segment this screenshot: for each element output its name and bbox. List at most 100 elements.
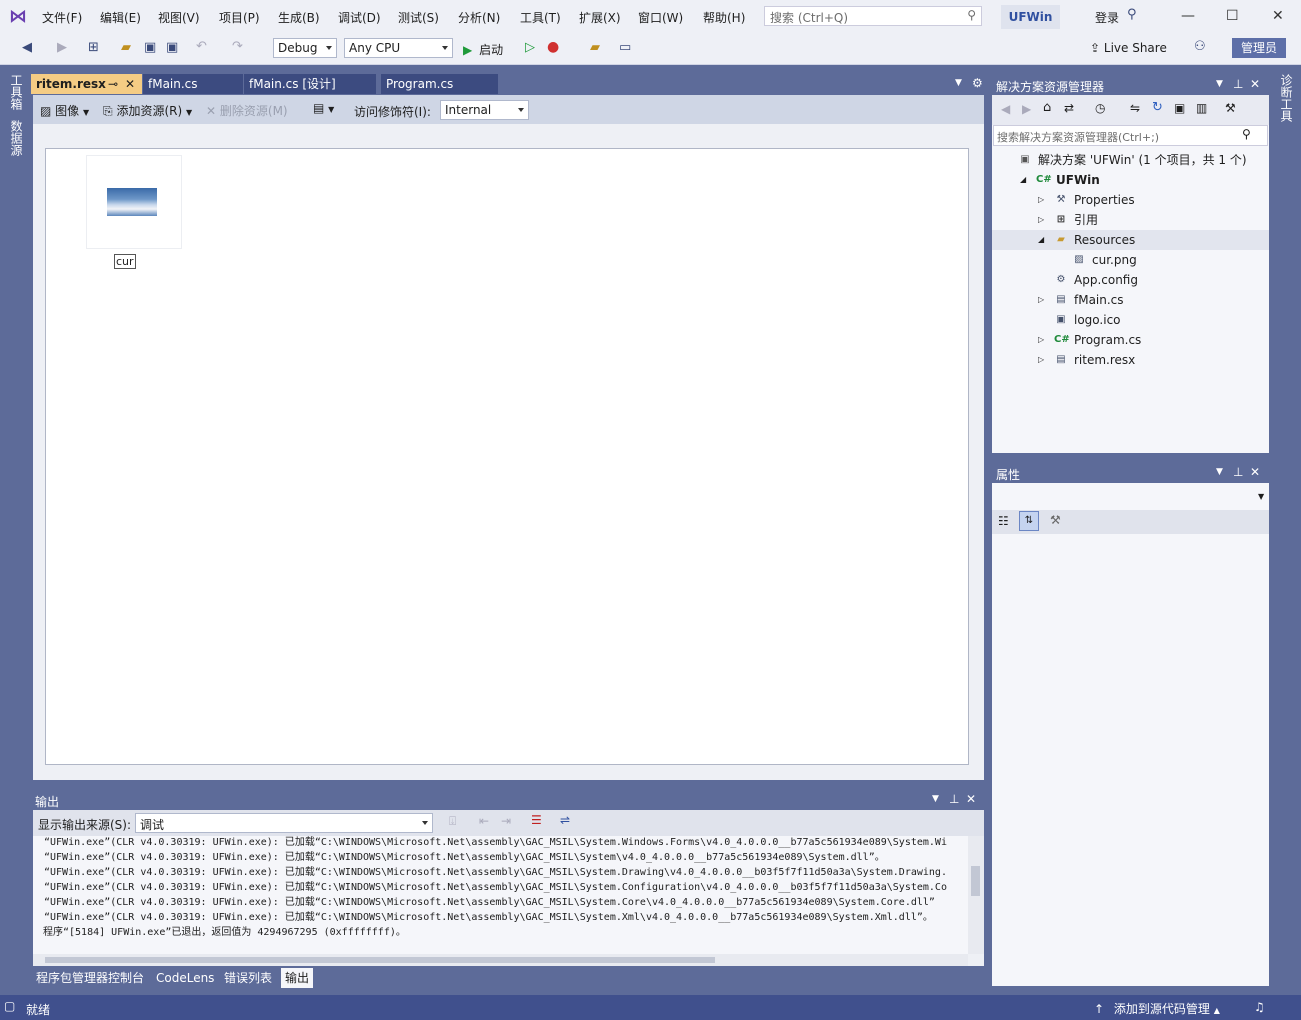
start-without-debug-icon[interactable]: ▷ — [525, 40, 535, 55]
tree-item[interactable]: ▷ ⚒ Properties — [992, 190, 1269, 210]
live-share-button[interactable]: ⇪ Live Share — [1090, 41, 1167, 55]
add-resource-button[interactable]: ⎘ 添加资源(R) ▼ — [103, 102, 192, 119]
tree-item[interactable]: ◢ C# UFWin — [992, 170, 1269, 190]
remove-resource-button[interactable]: ✕ 删除资源(M) — [206, 102, 288, 119]
configuration-select[interactable]: Debug — [273, 38, 337, 58]
close-icon[interactable]: ✕ — [1272, 8, 1284, 24]
object-selector[interactable]: ▼ — [992, 485, 1269, 507]
redo-icon[interactable]: ↷ — [232, 39, 243, 54]
panel-pin-icon[interactable]: ⊥ — [1233, 77, 1243, 91]
collapsed-triangle-icon[interactable]: ▷ — [1038, 350, 1044, 370]
tree-item[interactable]: ▷ ▤ ritem.resx — [992, 350, 1269, 370]
global-search-input[interactable]: 搜索 (Ctrl+Q) ⚲ — [764, 6, 982, 26]
collapsed-triangle-icon[interactable]: ▷ — [1038, 210, 1044, 230]
diagnostic-tools-tab[interactable]: 诊断工具 — [1278, 74, 1295, 122]
panel-pin-icon[interactable]: ⊥ — [1233, 465, 1243, 479]
panel-close-icon[interactable]: ✕ — [1250, 465, 1260, 479]
show-all-files-icon[interactable]: ▥ — [1196, 101, 1207, 115]
clear-all-icon[interactable]: ☰ — [531, 813, 542, 827]
output-source-select[interactable]: 调试 — [135, 813, 433, 833]
sync-icon[interactable]: ⇋ — [1130, 101, 1140, 115]
resource-type-dropdown[interactable]: ▨ 图像 ▼ — [40, 102, 89, 119]
hot-reload-icon[interactable]: ● — [547, 39, 559, 55]
menu-file[interactable]: 文件(F) — [42, 9, 82, 26]
menu-help[interactable]: 帮助(H) — [703, 9, 745, 26]
tab-fmain-designer[interactable]: fMain.cs [设计] — [244, 74, 376, 94]
tree-item[interactable]: ▷ C# Program.cs — [992, 330, 1269, 350]
scrollbar-thumb[interactable] — [971, 866, 980, 896]
maximize-icon[interactable]: ☐ — [1226, 8, 1239, 24]
minimize-icon[interactable]: — — [1181, 8, 1195, 24]
solution-search-input[interactable]: 搜索解决方案资源管理器(Ctrl+;) ⚲ — [993, 125, 1268, 146]
pin-icon[interactable]: ⊸ — [108, 74, 118, 94]
tree-item[interactable]: ▣ logo.ico — [992, 310, 1269, 330]
next-message-icon[interactable]: ⇥ — [501, 814, 511, 828]
menu-edit[interactable]: 编辑(E) — [100, 9, 141, 26]
save-icon[interactable]: ▣ — [144, 40, 156, 55]
collapsed-triangle-icon[interactable]: ▷ — [1038, 330, 1044, 350]
start-debug-button[interactable]: ▶ 启动 — [463, 41, 503, 58]
datasources-tab[interactable]: 数据源 — [8, 120, 25, 156]
toolbox-tab[interactable]: 工具箱 — [8, 74, 25, 110]
menu-analyze[interactable]: 分析(N) — [458, 9, 500, 26]
back-icon[interactable]: ◀ — [22, 40, 32, 55]
tab-settings-gear-icon[interactable]: ⚙ — [972, 76, 983, 90]
property-pages-wrench-icon[interactable]: ⚒ — [1050, 513, 1061, 527]
add-to-source-control-button[interactable]: ↑ 添加到源代码管理 ▲ — [1094, 1000, 1220, 1017]
layout-icon[interactable]: ▭ — [619, 40, 631, 55]
notification-bell-icon[interactable]: ♫ — [1254, 1000, 1265, 1014]
panel-close-icon[interactable]: ✕ — [966, 792, 976, 806]
tab-close-icon[interactable]: ✕ — [125, 74, 135, 94]
find-message-icon[interactable]: ⍗ — [449, 814, 456, 829]
categorized-icon[interactable]: ☷ — [998, 514, 1009, 528]
tab-output[interactable]: 输出 — [281, 968, 314, 988]
forward-icon[interactable]: ▶ — [1022, 102, 1031, 116]
resource-name-label[interactable]: cur — [114, 254, 136, 269]
output-text[interactable]: “UFWin.exe”(CLR v4.0.30319: UFWin.exe): … — [33, 836, 968, 954]
collapsed-triangle-icon[interactable]: ▷ — [1038, 290, 1044, 310]
panel-pin-icon[interactable]: ⊥ — [949, 792, 959, 806]
properties-wrench-icon[interactable]: ⚒ — [1225, 101, 1236, 115]
save-all-icon[interactable]: ▣ — [166, 40, 178, 55]
person-icon[interactable]: ⚇ — [1194, 39, 1206, 54]
prev-message-icon[interactable]: ⇤ — [479, 814, 489, 828]
new-project-icon[interactable]: ⊞ — [88, 40, 99, 55]
tab-error-list[interactable]: 错误列表 — [220, 968, 276, 988]
feedback-icon[interactable]: ⚲ — [1127, 7, 1137, 22]
panel-dropdown-icon[interactable]: ▼ — [932, 794, 939, 804]
tree-item[interactable]: ▨ cur.png — [992, 250, 1269, 270]
menu-debug[interactable]: 调试(D) — [338, 9, 381, 26]
menu-tools[interactable]: 工具(T) — [520, 9, 561, 26]
panel-close-icon[interactable]: ✕ — [1250, 77, 1260, 91]
history-icon[interactable]: ◷ — [1095, 101, 1105, 115]
collapsed-triangle-icon[interactable]: ▷ — [1038, 190, 1044, 210]
horizontal-scrollbar[interactable] — [33, 954, 968, 966]
platform-select[interactable]: Any CPU — [344, 38, 453, 58]
menu-window[interactable]: 窗口(W) — [638, 9, 683, 26]
menu-test[interactable]: 测试(S) — [398, 9, 439, 26]
solution-explorer-icon[interactable]: ▰ — [590, 40, 600, 55]
tab-codelens[interactable]: CodeLens — [152, 968, 218, 988]
resource-item[interactable] — [86, 155, 182, 249]
switch-views-icon[interactable]: ⇄ — [1064, 101, 1074, 115]
expanded-triangle-icon[interactable]: ◢ — [1038, 230, 1044, 250]
tree-item[interactable]: ⚙ App.config — [992, 270, 1269, 290]
panel-dropdown-icon[interactable]: ▼ — [1216, 79, 1223, 89]
resource-canvas[interactable]: cur — [45, 148, 969, 765]
home-icon[interactable]: ⌂ — [1043, 100, 1051, 115]
collapse-all-icon[interactable]: ▣ — [1174, 101, 1185, 115]
menu-extensions[interactable]: 扩展(X) — [579, 9, 621, 26]
vertical-scrollbar[interactable] — [968, 836, 984, 954]
tab-ritem-resx[interactable]: ritem.resx ⊸ ✕ — [31, 74, 142, 94]
tab-program-cs[interactable]: Program.cs — [381, 74, 498, 94]
view-dropdown[interactable]: ▤ ▼ — [313, 101, 334, 115]
back-icon[interactable]: ◀ — [1001, 102, 1010, 116]
panel-dropdown-icon[interactable]: ▼ — [1216, 467, 1223, 477]
tab-dropdown-icon[interactable]: ▼ — [955, 78, 962, 88]
alphabetical-icon[interactable]: ⇅ — [1019, 511, 1039, 531]
menu-project[interactable]: 项目(P) — [219, 9, 260, 26]
open-icon[interactable]: ▰ — [121, 40, 131, 55]
login-link[interactable]: 登录 — [1095, 9, 1119, 26]
undo-icon[interactable]: ↶ — [196, 39, 207, 54]
access-modifier-select[interactable]: Internal — [440, 100, 529, 120]
